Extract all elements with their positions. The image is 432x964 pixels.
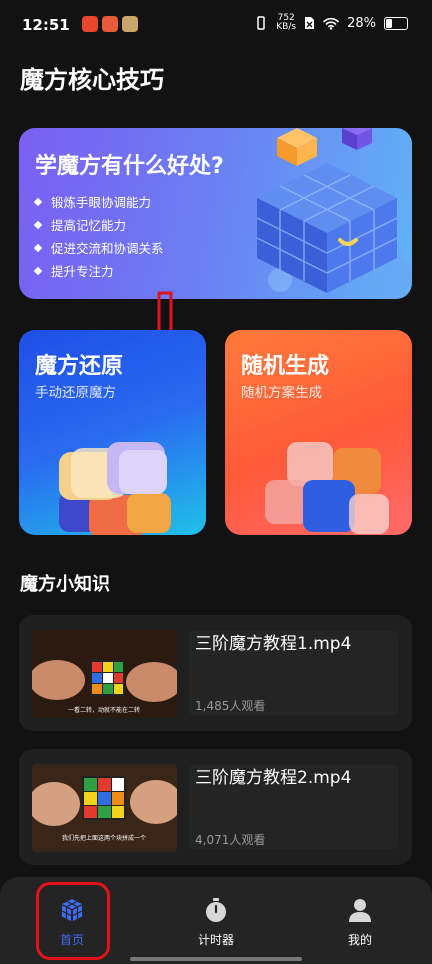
tab-timer-label: 计时器	[197, 933, 234, 947]
status-time: 12:51	[22, 16, 70, 34]
video-thumbnail[interactable]: 我们先把上面这两个块拼成一个	[32, 764, 177, 852]
app-notification-icon	[102, 16, 118, 32]
battery-percent: 28%	[347, 15, 376, 31]
stopwatch-icon	[206, 898, 226, 922]
benefit-text: 锻炼手眼协调能力	[51, 195, 152, 210]
no-sim-icon	[305, 17, 315, 29]
knowledge-section-title: 魔方小知识	[20, 574, 110, 595]
page-title: 魔方核心技巧	[20, 66, 164, 94]
diamond-bullet-icon	[33, 220, 43, 229]
video-views: 1,485人观看	[195, 699, 266, 713]
diamond-bullet-icon	[33, 266, 43, 275]
random-generate-card[interactable]: 随机生成 随机方案生成	[225, 330, 412, 535]
cube-hands-thumbnail: 我们先把上面这两个块拼成一个	[32, 764, 177, 852]
video-title: 三阶魔方教程1.mp4	[195, 634, 352, 654]
notification-icons	[82, 16, 138, 32]
home-indicator[interactable]	[130, 957, 302, 961]
thumbnail-caption: 我们先把上面这两个块拼成一个	[62, 834, 146, 842]
cube-illustration	[256, 128, 412, 299]
thumbnail-caption: 一看二转，动就不能在二转	[68, 706, 140, 714]
video-views: 4,071人观看	[195, 833, 266, 847]
video-thumbnail[interactable]: 一看二转，动就不能在二转	[32, 630, 177, 718]
benefit-item: 提升专注力	[33, 259, 164, 282]
solve-cube-card[interactable]: 魔方还原 手动还原魔方	[19, 330, 206, 535]
diamond-bullet-icon	[33, 243, 43, 252]
annotation-highlight-box	[36, 882, 110, 960]
benefits-list: 锻炼手眼协调能力 提高记忆能力 促进交流和协调关系 提升专注力	[33, 190, 164, 282]
cube-hands-thumbnail: 一看二转，动就不能在二转	[32, 630, 177, 718]
video-item[interactable]: 我们先把上面这两个块拼成一个 三阶魔方教程2.mp4 4,071人观看	[19, 749, 412, 865]
speed-unit: KB/s	[276, 22, 297, 32]
battery-icon	[384, 16, 408, 30]
tab-mine[interactable]: 我的	[288, 877, 432, 964]
benefit-text: 提升专注力	[51, 264, 114, 279]
benefit-item: 提高记忆能力	[33, 213, 164, 236]
benefit-text: 提高记忆能力	[51, 218, 127, 233]
tab-timer[interactable]: 计时器	[144, 877, 288, 964]
benefit-text: 促进交流和协调关系	[51, 241, 164, 256]
video-title: 三阶魔方教程2.mp4	[195, 768, 352, 788]
user-icon	[349, 899, 371, 922]
video-item[interactable]: 一看二转，动就不能在二转 三阶魔方教程1.mp4 1,485人观看	[19, 615, 412, 731]
random-blocks-illustration	[265, 442, 389, 534]
tab-mine-label: 我的	[347, 933, 372, 947]
status-bar: 12:51 752 KB/s 28%	[0, 0, 432, 52]
benefit-item: 促进交流和协调关系	[33, 236, 164, 259]
benefit-item: 锻炼手眼协调能力	[33, 190, 164, 213]
vibrate-icon	[257, 16, 266, 30]
wifi-icon	[323, 17, 339, 30]
benefits-banner[interactable]: 学魔方有什么好处? 锻炼手眼协调能力 提高记忆能力 促进交流和协调关系 提升专注…	[19, 128, 412, 299]
diamond-bullet-icon	[33, 197, 43, 206]
app-notification-icon	[82, 16, 98, 32]
status-right: 752 KB/s 28%	[254, 14, 408, 32]
network-speed: 752 KB/s	[276, 14, 296, 32]
banner-title: 学魔方有什么好处?	[35, 154, 224, 179]
app-notification-icon	[122, 16, 138, 32]
cube-blocks-illustration	[59, 442, 171, 535]
